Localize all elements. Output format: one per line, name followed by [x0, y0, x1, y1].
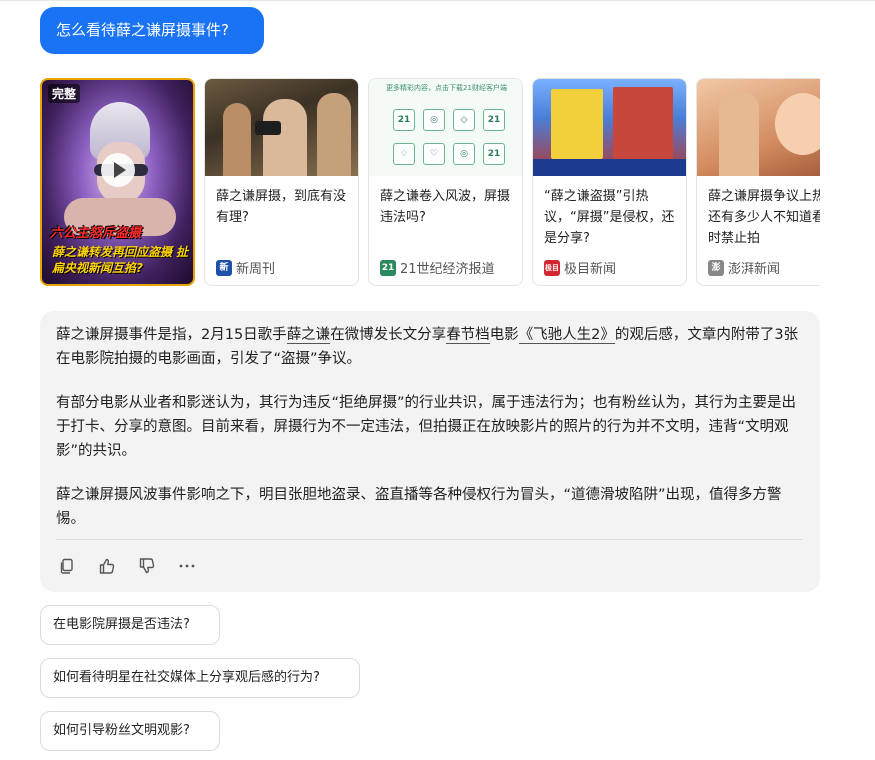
- article-card[interactable]: 薛之谦屏摄，到底有没有理? 新 新周刊: [204, 78, 359, 286]
- copy-icon[interactable]: [58, 557, 76, 575]
- answer-text: 电影: [489, 327, 519, 343]
- source-name: 新周刊: [236, 262, 276, 277]
- article-card[interactable]: 薛之谦屏摄争议上热搜，还有多少人不知道看电影时禁止拍 澎 澎湃新闻: [696, 78, 820, 286]
- media-cards-row: 完整 六公主怒斥盗摄 薛之谦转发再回应盗摄 扯扁央视新闻互掐? 薛之谦屏摄，到底…: [40, 78, 820, 286]
- entity-link[interactable]: 春节档: [446, 327, 490, 344]
- play-icon[interactable]: [100, 152, 135, 187]
- app-tile-icon: ♢: [393, 143, 415, 165]
- article-source: 澎 澎湃新闻: [708, 258, 780, 277]
- source-logo-icon: 极目: [544, 259, 560, 276]
- video-caption-yellow: 薛之谦转发再回应盗摄 扯扁央视新闻互掐?: [52, 245, 189, 275]
- article-card[interactable]: “薛之谦盗摄”引热议，“屏摄”是侵权，还是分享? 极目 极目新闻: [532, 78, 687, 286]
- source-logo-icon: 澎: [708, 259, 724, 276]
- suggestion-chip[interactable]: 如何引导粉丝文明观影?: [40, 711, 220, 751]
- article-thumbnail: [533, 79, 686, 176]
- app-tile-icon: ◎: [423, 109, 445, 131]
- thumbs-down-icon[interactable]: [138, 557, 156, 575]
- article-thumbnail: [205, 79, 358, 176]
- user-query-bubble: 怎么看待薛之谦屏摄事件?: [40, 7, 264, 54]
- article-source: 21 21世纪经济报道: [380, 258, 495, 277]
- suggestion-chip[interactable]: 如何看待明星在社交媒体上分享观后感的行为?: [40, 658, 360, 698]
- article-title: “薛之谦盗摄”引热议，“屏摄”是侵权，还是分享?: [544, 189, 675, 246]
- source-logo-icon: 21: [380, 259, 396, 276]
- answer-actions: [58, 557, 196, 575]
- article-title: 薛之谦卷入风波，屏摄违法吗?: [380, 189, 511, 225]
- thumbs-up-icon[interactable]: [98, 557, 116, 575]
- video-caption-red: 六公主怒斥盗摄: [50, 226, 142, 241]
- video-card[interactable]: 完整 六公主怒斥盗摄 薛之谦转发再回应盗摄 扯扁央视新闻互掐?: [40, 78, 195, 286]
- app-tile-icon: ◇: [453, 109, 475, 131]
- app-tile-icon: 21: [483, 143, 505, 165]
- source-name: 澎湃新闻: [728, 262, 781, 277]
- app-tile-icon: ◎: [453, 143, 475, 165]
- answer-paragraph: 薛之谦屏摄风波事件影响之下，明目张胆地盗录、盗直播等各种侵权行为冒头，“道德滑坡…: [56, 487, 782, 527]
- answer-text: 在微博发长文分享: [330, 327, 447, 343]
- article-thumbnail: [697, 79, 820, 176]
- app-tile-icon: ♡: [423, 143, 445, 165]
- source-logo-icon: 新: [216, 259, 232, 276]
- suggestion-chip[interactable]: 在电影院屏摄是否违法?: [40, 605, 220, 645]
- source-name: 极目新闻: [564, 262, 617, 277]
- entity-link[interactable]: 《飞驰人生2》: [518, 327, 615, 344]
- article-thumbnail: 更多精彩内容，点击下载21财经客户端 21 ◎ ◇ 21 ♢ ♡ ◎ 21: [369, 79, 522, 176]
- answer-paragraph: 有部分电影从业者和影迷认为，其行为违反“拒绝屏摄”的行业共识，属于违法行为；也有…: [56, 395, 797, 459]
- article-source: 新 新周刊: [216, 258, 275, 277]
- answer-paragraph: 薛之谦屏摄事件是指，2月15日歌手薛之谦在微博发长文分享春节档电影《飞驰人生2》…: [56, 323, 806, 371]
- article-source: 极目 极目新闻: [544, 258, 616, 277]
- source-name: 21世纪经济报道: [400, 262, 495, 277]
- entity-link[interactable]: 薛之谦: [286, 327, 331, 344]
- more-options-icon[interactable]: [178, 557, 196, 575]
- answer-panel: 薛之谦屏摄事件是指，2月15日歌手薛之谦在微博发长文分享春节档电影《飞驰人生2》…: [40, 311, 820, 592]
- complete-badge: 完整: [48, 84, 81, 103]
- article-card[interactable]: 更多精彩内容，点击下载21财经客户端 21 ◎ ◇ 21 ♢ ♡ ◎ 21 薛之…: [368, 78, 523, 286]
- top-divider: [0, 0, 875, 1]
- thumbnail-header: 更多精彩内容，点击下载21财经客户端: [386, 84, 507, 92]
- answer-divider: [56, 539, 803, 540]
- article-title: 薛之谦屏摄争议上热搜，还有多少人不知道看电影时禁止拍: [708, 189, 820, 246]
- answer-text: 薛之谦屏摄事件是指，2月15日歌手: [56, 327, 287, 343]
- app-tile-icon: 21: [393, 109, 415, 131]
- app-tile-icon: 21: [483, 109, 505, 131]
- article-title: 薛之谦屏摄，到底有没有理?: [216, 189, 347, 225]
